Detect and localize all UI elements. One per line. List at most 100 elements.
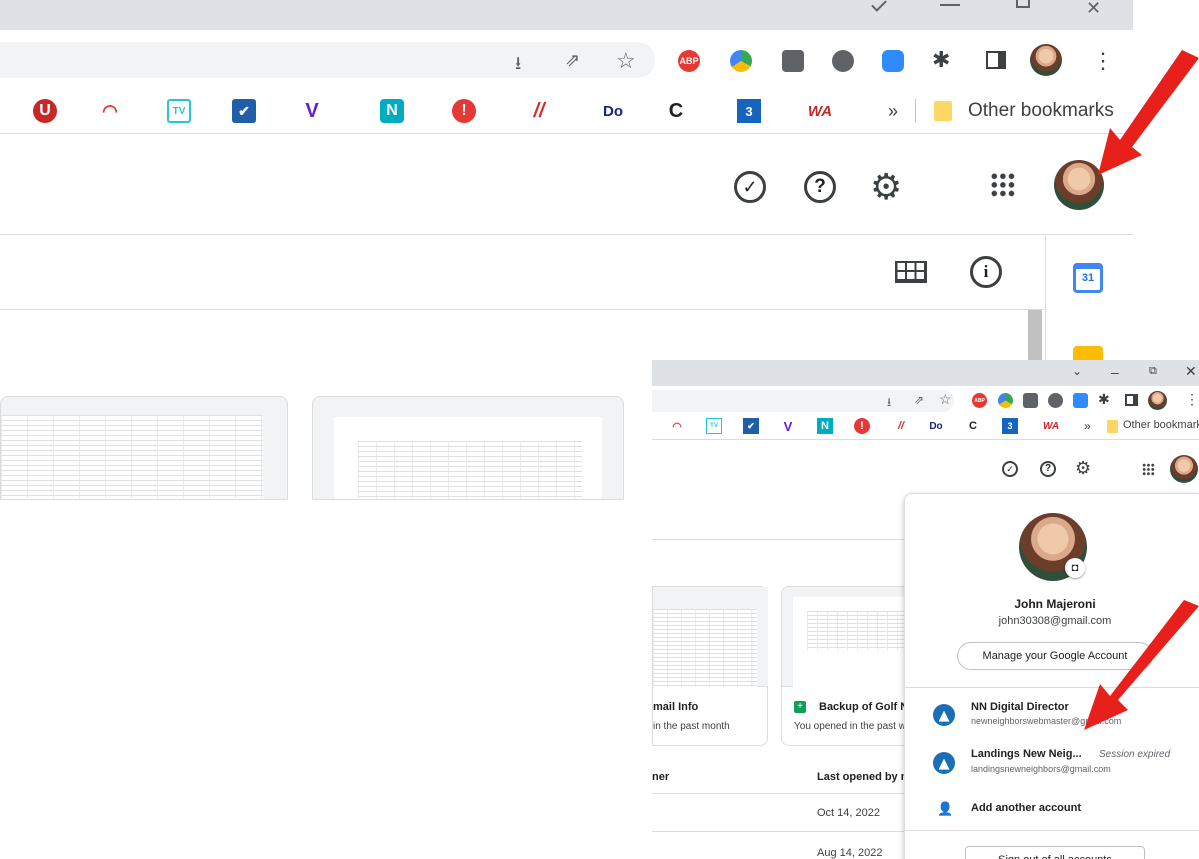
puzzle-icon[interactable]: ✱	[932, 47, 950, 73]
bookmark-gauge[interactable]: ◠	[98, 99, 122, 123]
speed-icon[interactable]	[730, 50, 752, 72]
owner-column-header[interactable]: ner	[652, 771, 669, 783]
account-item-landings[interactable]: Landings New Neig... Session expired lan…	[905, 742, 1199, 786]
bookmark-overflow[interactable]: »	[888, 101, 898, 122]
small-speed-icon[interactable]	[998, 393, 1013, 408]
popup-divider	[905, 830, 1199, 831]
small-star-icon[interactable]: ☆	[939, 391, 952, 408]
row-date: Oct 14, 2022	[817, 807, 880, 819]
small-bm-wa[interactable]: WA	[1041, 418, 1061, 434]
small-close-icon[interactable]: ✕	[1185, 363, 1197, 380]
bookmark-wa[interactable]: WA	[805, 99, 835, 123]
sheet-preview	[334, 417, 602, 499]
title-bar	[0, 0, 1133, 30]
table-row[interactable]: Aug 14, 2022	[652, 833, 912, 859]
bookmark-c[interactable]: C	[664, 99, 688, 123]
install-icon[interactable]: ⭳	[515, 51, 521, 81]
small-bm-slash[interactable]: //	[893, 418, 909, 434]
help-icon[interactable]: ?	[804, 171, 836, 203]
bookmark-divider	[915, 99, 916, 123]
small-divider	[652, 539, 912, 540]
small-bm-alert[interactable]: !	[854, 418, 870, 434]
small-other-bookmarks[interactable]: Other bookmarks	[1123, 419, 1199, 431]
scrollbar[interactable]	[1028, 310, 1042, 360]
bookmark-n[interactable]: N	[380, 99, 404, 123]
small-bm-c[interactable]: C	[965, 418, 981, 434]
account-item-name: Landings New Neig...	[971, 748, 1082, 760]
share-icon[interactable]: ⇗	[565, 50, 580, 71]
file-card-1[interactable]	[0, 396, 288, 500]
small-bm-gauge[interactable]: ◠	[669, 418, 685, 434]
ready-offline-icon[interactable]: ✓	[734, 171, 766, 203]
small-bm-tv[interactable]: TV	[706, 418, 722, 434]
small-bm-do[interactable]: Do	[928, 418, 944, 434]
small-account-avatar[interactable]	[1170, 455, 1198, 483]
bookmark-check[interactable]: ✔	[232, 99, 256, 123]
add-account-button[interactable]: 👤 Add another account	[905, 794, 1199, 826]
small-ready-offline-icon[interactable]: ✓	[1002, 461, 1018, 477]
small-bm-check[interactable]: ✔	[743, 418, 759, 434]
red-arrow-top	[1098, 50, 1199, 175]
sign-out-button[interactable]: Sign out of all accounts	[965, 846, 1145, 859]
bookmark-do[interactable]: Do	[598, 99, 628, 123]
small-camera-icon[interactable]	[1048, 393, 1063, 408]
camera-icon[interactable]: ◘	[1065, 558, 1085, 578]
keep-icon[interactable]	[1073, 346, 1103, 360]
folder-icon	[934, 101, 952, 121]
address-bar[interactable]	[0, 42, 655, 78]
row-date: Aug 14, 2022	[817, 847, 883, 859]
small-bm-v[interactable]: V	[780, 418, 796, 434]
info-icon[interactable]: i	[970, 256, 1002, 288]
file-card-2[interactable]	[312, 396, 624, 500]
small-card-sub: in the past month	[653, 721, 730, 732]
zoom-icon[interactable]	[882, 50, 904, 72]
notes-icon[interactable]	[782, 50, 804, 72]
small-bm-n[interactable]: N	[817, 418, 833, 434]
apps-grid-icon[interactable]	[990, 172, 1016, 198]
small-file-card-1[interactable]: mail Info in the past month	[652, 586, 768, 746]
grid-view-icon[interactable]	[895, 261, 927, 283]
calendar-icon[interactable]: 31	[1073, 263, 1103, 293]
small-puzzle-icon[interactable]: ✱	[1098, 391, 1110, 408]
side-panel-icon[interactable]	[986, 51, 1006, 69]
small-zoom-icon[interactable]	[1073, 393, 1088, 408]
bookmark-3[interactable]: 3	[737, 99, 761, 123]
small-minimize-icon[interactable]: –	[1111, 364, 1119, 380]
profile-avatar-top[interactable]	[1030, 44, 1062, 76]
small-side-panel-icon[interactable]	[1125, 394, 1138, 406]
small-bm-3[interactable]: 3	[1002, 418, 1018, 434]
small-notes-icon[interactable]	[1023, 393, 1038, 408]
small-card-title: Backup of Golf Ni	[819, 701, 912, 713]
small-chevron-icon[interactable]: ⌄	[1072, 364, 1082, 378]
table-row[interactable]: Oct 14, 2022	[652, 794, 912, 832]
bookmark-slash[interactable]: //	[527, 99, 551, 123]
bookmark-alert[interactable]: !	[452, 99, 476, 123]
landings-logo-icon	[933, 752, 955, 774]
small-settings-icon[interactable]: ⚙	[1075, 458, 1091, 479]
abp-icon[interactable]: ABP	[678, 50, 700, 72]
small-file-card-2[interactable]: + Backup of Golf Ni You opened in the pa…	[781, 586, 921, 746]
minimize-icon[interactable]	[940, 4, 960, 6]
small-profile-avatar[interactable]	[1148, 391, 1167, 410]
star-icon[interactable]: ☆	[616, 48, 636, 74]
bookmark-v[interactable]: V	[300, 99, 324, 123]
small-address-bar[interactable]	[652, 390, 954, 412]
nn-logo-icon	[933, 704, 955, 726]
bookmark-tv[interactable]: TV	[167, 99, 191, 123]
small-bm-overflow[interactable]: »	[1084, 419, 1091, 433]
close-icon[interactable]: ✕	[1086, 0, 1101, 19]
settings-icon[interactable]: ⚙	[870, 166, 902, 208]
bookmark-u[interactable]: U	[33, 99, 57, 123]
small-card-preview	[653, 587, 768, 687]
small-install-icon[interactable]: ⭳	[887, 393, 891, 414]
small-apps-grid-icon[interactable]	[1142, 463, 1155, 476]
small-restore-icon[interactable]: ⧉	[1149, 365, 1157, 378]
small-folder-icon	[1107, 420, 1118, 433]
last-opened-column-header[interactable]: Last opened by m	[817, 771, 911, 783]
small-help-icon[interactable]: ?	[1040, 461, 1056, 477]
small-menu-icon[interactable]: ⋮	[1185, 391, 1199, 408]
camera-ext-icon[interactable]	[832, 50, 854, 72]
small-abp-icon[interactable]: ABP	[972, 393, 987, 408]
restore-icon[interactable]	[1016, 0, 1030, 8]
small-share-icon[interactable]: ⇗	[914, 393, 924, 407]
